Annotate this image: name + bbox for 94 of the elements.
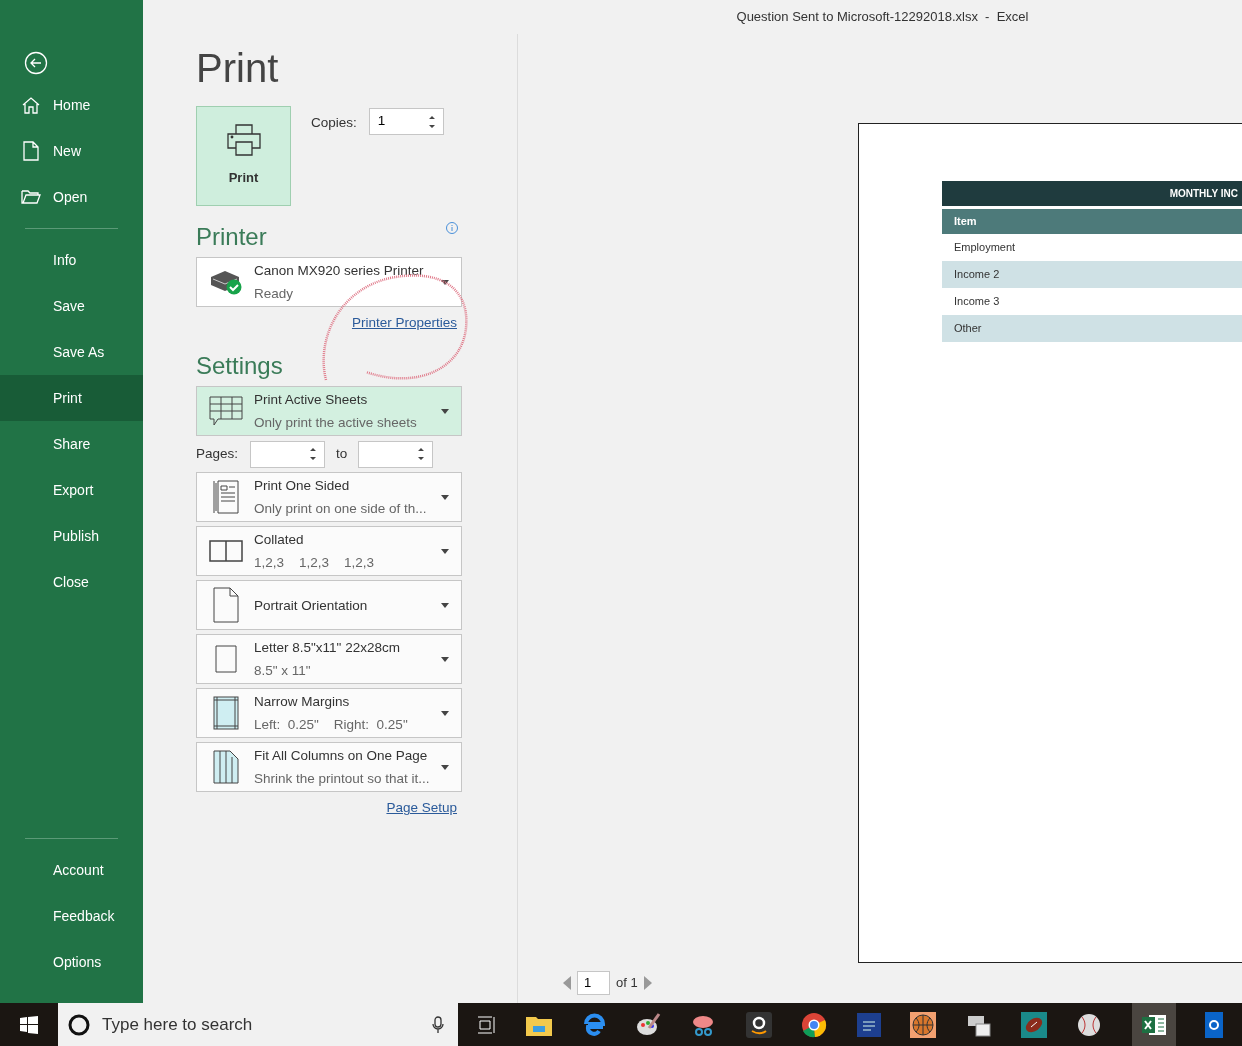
setting-title: Narrow Margins xyxy=(254,693,351,712)
document-icon xyxy=(22,141,39,161)
sidebar-item[interactable]: Print xyxy=(0,375,143,421)
setting-dropdown[interactable]: Print Active Sheets Only print the active sheets xyxy=(196,386,462,437)
setting-subtitle: Only print the active sheets xyxy=(254,414,418,433)
dropdown-caret-icon xyxy=(441,656,449,662)
setting-dropdown[interactable]: Print One Sided Only print on one side of th... xyxy=(196,472,462,523)
section-heading: Printer xyxy=(196,222,267,252)
copies-label: Copies: xyxy=(311,114,357,132)
dropdown-caret-icon xyxy=(441,279,449,285)
back-icon[interactable] xyxy=(24,51,48,75)
setting-dropdown[interactable]: Collated 1,2,3 1,2,3 1,2,3 xyxy=(196,526,462,577)
dropdown-caret-icon xyxy=(441,764,449,770)
setting-title: Collated xyxy=(254,531,305,550)
pages-to-field[interactable] xyxy=(358,440,434,468)
home-icon xyxy=(20,96,41,114)
table-title: MONTHLY INC xyxy=(942,181,1242,206)
table-row: Income 2 xyxy=(942,261,1242,288)
baseball-icon[interactable] xyxy=(1076,1011,1103,1038)
spin-arrows-icon xyxy=(428,114,435,129)
page-count: of 1 xyxy=(616,974,638,993)
dropdown-caret-icon xyxy=(441,408,449,414)
setting-title: Print Active Sheets xyxy=(254,391,369,410)
page-icon xyxy=(214,645,237,674)
pages-to-label: to xyxy=(335,445,349,464)
sidebar-item[interactable]: Close xyxy=(0,559,143,605)
spin-arrows-icon xyxy=(418,447,425,462)
portrait-page-icon xyxy=(212,587,239,624)
browser-icon[interactable] xyxy=(581,1012,606,1037)
setting-subtitle: Left: 0.25" Right: 0.25" xyxy=(254,716,409,735)
pages-from-field[interactable] xyxy=(250,440,325,468)
microphone-icon xyxy=(432,1015,444,1034)
setting-dropdown[interactable]: Fit All Columns on One Page Shrink the printout so that it... xyxy=(196,742,462,793)
windows-start-icon[interactable] xyxy=(20,1015,38,1034)
sidebar-item[interactable]: Open xyxy=(0,174,143,220)
printer-dropdown[interactable]: Canon MX920 series Printer Ready xyxy=(196,257,462,307)
window-title: Question Sent to Microsoft-12292018.xlsx - Excel xyxy=(736,8,1029,27)
page-number-field[interactable]: 1 xyxy=(577,971,610,995)
sidebar-item[interactable]: Home xyxy=(0,82,143,128)
dropdown-caret-icon xyxy=(441,710,449,716)
fit-columns-icon xyxy=(212,750,239,785)
copies-field[interactable]: 1 xyxy=(368,108,444,135)
printer-name: Canon MX920 series Printer xyxy=(254,262,425,280)
info-icon[interactable] xyxy=(446,222,458,234)
task-view-icon[interactable] xyxy=(476,1015,497,1034)
setting-title: Print One Sided xyxy=(254,477,351,496)
sidebar-item[interactable]: Options xyxy=(0,939,143,985)
football-icon[interactable] xyxy=(1020,1011,1047,1038)
setting-subtitle: Only print on one side of th... xyxy=(254,500,428,519)
folder-icon xyxy=(20,189,41,205)
print-button[interactable]: Print xyxy=(196,106,291,206)
cortana-circle-icon xyxy=(68,1013,90,1036)
setting-title: Letter 8.5"x11" 22x28cm xyxy=(254,639,401,658)
search-field[interactable]: Type here to search xyxy=(58,1003,458,1046)
pages-label: Pages: xyxy=(196,445,240,464)
dropdown-caret-icon xyxy=(441,494,449,500)
setting-subtitle: Shrink the printout so that it... xyxy=(254,770,431,789)
setting-subtitle: 1,2,3 1,2,3 1,2,3 xyxy=(254,554,376,573)
basketball-icon[interactable] xyxy=(910,1011,937,1038)
sidebar-item[interactable]: Feedback xyxy=(0,893,143,939)
chrome-browser-icon[interactable] xyxy=(801,1011,828,1038)
spin-arrows-icon xyxy=(310,447,316,462)
setting-title: Portrait Orientation xyxy=(254,596,369,615)
sidebar-item[interactable]: Share xyxy=(0,421,143,467)
page-setup-link[interactable]: Page Setup xyxy=(386,798,457,819)
sidebar-item[interactable]: Save xyxy=(0,283,143,329)
spreadsheet-app-icon[interactable] xyxy=(1131,1003,1176,1046)
sidebar-item[interactable]: Publish xyxy=(0,513,143,559)
table-row: Other xyxy=(942,315,1242,342)
sidebar-item[interactable]: Save As xyxy=(0,329,143,375)
setting-title: Fit All Columns on One Page xyxy=(254,747,429,766)
setting-dropdown[interactable]: Letter 8.5"x11" 22x28cm 8.5" x 11" xyxy=(196,634,462,685)
printer-icon xyxy=(226,124,261,157)
sidebar-item[interactable]: New xyxy=(0,128,143,174)
dropdown-caret-icon xyxy=(441,602,449,608)
document-pages-icon xyxy=(212,480,239,515)
paint-palette-icon[interactable] xyxy=(634,1011,661,1038)
sidebar-item[interactable]: Info xyxy=(0,237,143,283)
section-heading: Settings xyxy=(196,351,284,382)
printer-ready-icon xyxy=(208,269,243,295)
collated-pages-icon xyxy=(208,540,243,563)
sidebar-item[interactable]: Account xyxy=(0,847,143,893)
setting-subtitle: 8.5" x 11" xyxy=(254,662,312,681)
table-header: Item xyxy=(942,209,1242,234)
page-heading: Print xyxy=(196,45,280,92)
setting-dropdown[interactable]: Narrow Margins Left: 0.25" Right: 0.25" xyxy=(196,688,462,739)
margins-icon xyxy=(212,696,239,731)
printer-status: Ready xyxy=(254,285,295,303)
sidebar-item[interactable]: Export xyxy=(0,467,143,513)
shopping-app-icon[interactable] xyxy=(745,1011,772,1038)
setting-dropdown[interactable]: Portrait Orientation xyxy=(196,580,462,631)
dropdown-caret-icon xyxy=(441,548,449,554)
printer-properties-link[interactable]: Printer Properties xyxy=(351,313,457,334)
grid-sheet-icon xyxy=(208,396,243,427)
